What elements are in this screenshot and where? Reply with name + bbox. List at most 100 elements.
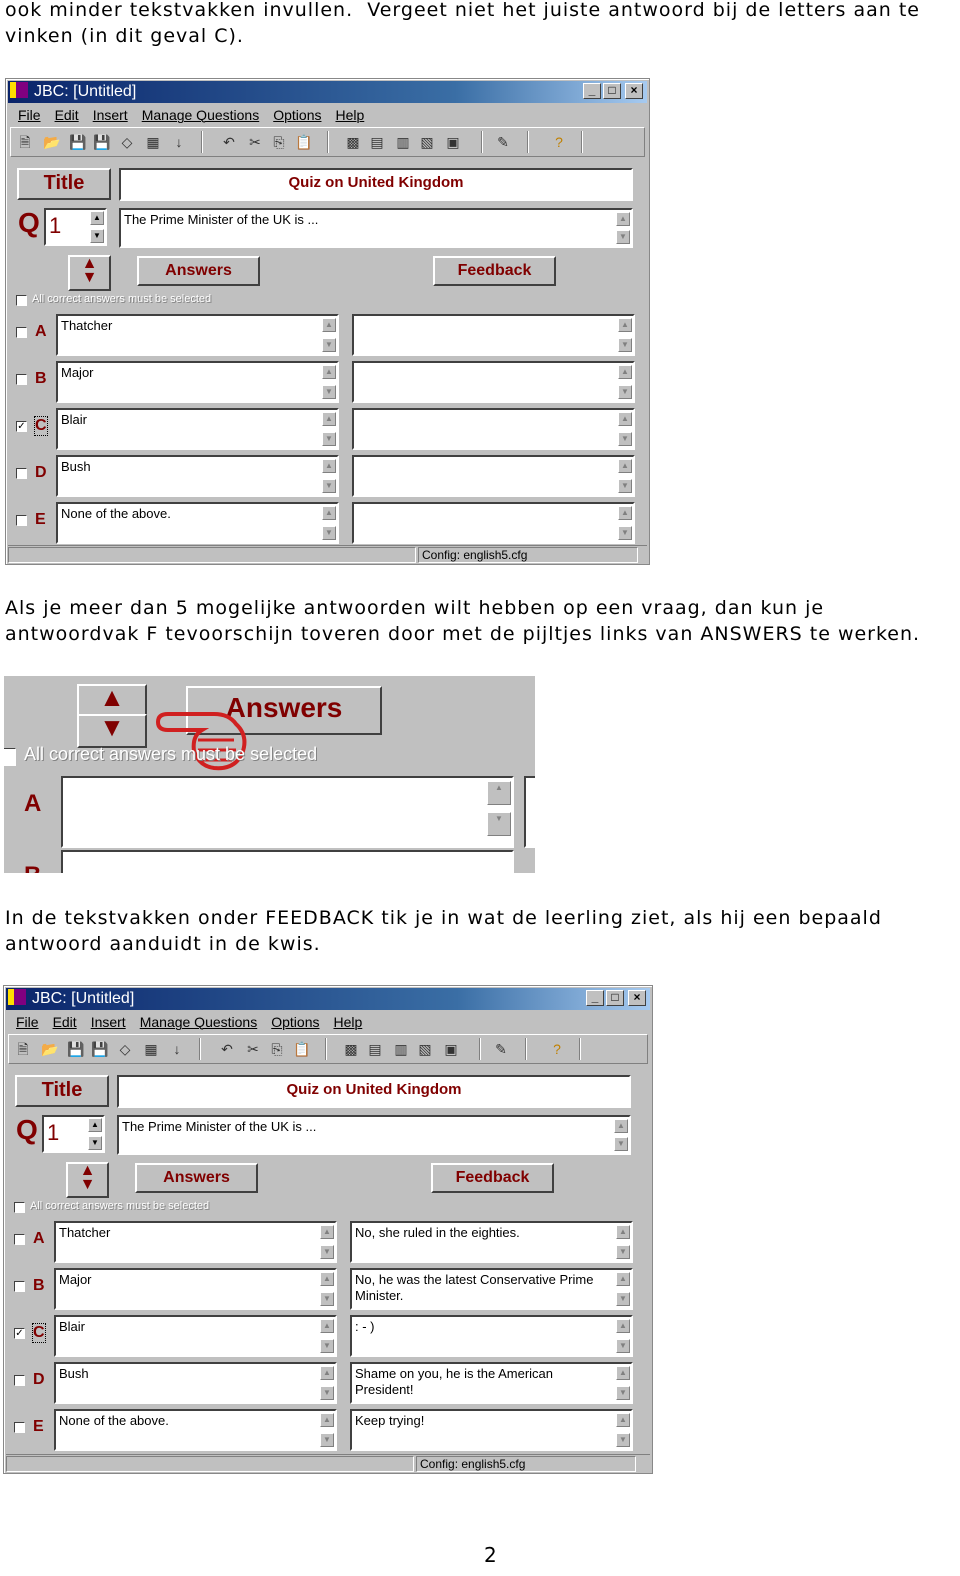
jmix-icon[interactable]: ▤: [369, 134, 385, 150]
scroll-down-button[interactable]: ▼: [614, 1137, 628, 1151]
hotpot-icon[interactable]: ▩: [343, 1041, 359, 1057]
answer-d-correct-checkbox[interactable]: [16, 468, 27, 479]
scroll-up-button[interactable]: ▲: [618, 459, 632, 473]
scroll-down-button[interactable]: ▼: [322, 338, 336, 352]
save-as-icon[interactable]: 💾: [91, 1041, 108, 1057]
menu-options[interactable]: Options: [271, 1014, 319, 1030]
scroll-down-button[interactable]: ▼: [616, 1245, 630, 1259]
jcross-icon[interactable]: ▧: [419, 134, 435, 150]
open-icon[interactable]: 📂: [41, 1041, 58, 1057]
help-icon[interactable]: ?: [551, 134, 567, 150]
hotpot-icon[interactable]: ▩: [345, 134, 361, 150]
scroll-down-button[interactable]: ▼: [616, 1433, 630, 1447]
spinner-up-button[interactable]: ▲: [90, 211, 104, 225]
scroll-up-button[interactable]: ▲: [616, 1319, 630, 1333]
scroll-down-button[interactable]: ▼: [616, 230, 630, 244]
paste-icon[interactable]: 📋: [295, 134, 312, 150]
scroll-down-button[interactable]: ▼: [320, 1339, 334, 1353]
copy-icon[interactable]: ⎘: [271, 134, 287, 150]
feedback-d-field[interactable]: ▲ ▼: [352, 455, 635, 497]
question-field[interactable]: The Prime Minister of the UK is ... ▲ ▼: [117, 1115, 631, 1155]
scroll-down-button[interactable]: ▼: [618, 479, 632, 493]
close-button[interactable]: ×: [628, 990, 646, 1006]
answer-d-correct-checkbox[interactable]: [14, 1375, 25, 1386]
scroll-up-button[interactable]: ▲: [618, 365, 632, 379]
scroll-up-button[interactable]: ▲: [618, 412, 632, 426]
scroll-down-button[interactable]: ▼: [322, 385, 336, 399]
web-icon[interactable]: ▦: [143, 1041, 159, 1057]
answer-e-field[interactable]: None of the above. ▲ ▼: [56, 502, 339, 544]
export-icon[interactable]: ↓: [171, 134, 187, 150]
add-answer-arrows-button[interactable]: ▲ ▼: [68, 255, 111, 291]
title-button[interactable]: Title: [17, 168, 111, 200]
scroll-up-button[interactable]: ▲: [320, 1413, 334, 1427]
answer-c-field[interactable]: Blair ▲ ▼: [56, 408, 339, 450]
question-field[interactable]: The Prime Minister of the UK is ... ▲ ▼: [119, 208, 633, 248]
spinner-down-button[interactable]: ▼: [88, 1136, 102, 1150]
jmix-icon[interactable]: ▤: [367, 1041, 383, 1057]
new-icon[interactable]: 🗎: [17, 134, 33, 150]
scroll-up-button[interactable]: ▲: [616, 1225, 630, 1239]
eraser-icon[interactable]: ◇: [119, 134, 135, 150]
scroll-up-button[interactable]: ▲: [322, 318, 336, 332]
feedback-button[interactable]: Feedback: [433, 256, 556, 286]
scroll-down-button[interactable]: ▼: [616, 1339, 630, 1353]
scroll-up-button[interactable]: ▲: [322, 365, 336, 379]
scroll-up-button[interactable]: ▲: [320, 1319, 334, 1333]
cut-icon[interactable]: ✂: [247, 134, 263, 150]
feedback-a-field[interactable]: No, she ruled in the eighties. ▲ ▼: [350, 1221, 633, 1263]
all-correct-checkbox[interactable]: [16, 295, 27, 306]
answer-d-field[interactable]: Bush ▲ ▼: [54, 1362, 337, 1404]
paste-icon[interactable]: 📋: [293, 1041, 310, 1057]
feedback-c-field[interactable]: ▲ ▼: [352, 408, 635, 450]
quiz-title-field[interactable]: Quiz on United Kingdom: [117, 1075, 631, 1108]
menu-insert[interactable]: Insert: [93, 107, 128, 123]
save-as-icon[interactable]: 💾: [93, 134, 110, 150]
menu-manage-questions[interactable]: Manage Questions: [140, 1014, 258, 1030]
answer-e-correct-checkbox[interactable]: [16, 515, 27, 526]
answers-button[interactable]: Answers: [137, 256, 260, 286]
answer-e-field[interactable]: None of the above. ▲ ▼: [54, 1409, 337, 1451]
scroll-up-button[interactable]: ▲: [618, 506, 632, 520]
jcross-icon[interactable]: ▧: [417, 1041, 433, 1057]
menu-file[interactable]: File: [16, 1014, 39, 1030]
scroll-up-button[interactable]: ▲: [616, 1272, 630, 1286]
answer-b-field[interactable]: Major ▲ ▼: [54, 1268, 337, 1310]
question-number-spinner[interactable]: 1 ▲ ▼: [44, 208, 107, 246]
scroll-up-button[interactable]: ▲: [320, 1366, 334, 1380]
feedback-a-field[interactable]: [524, 776, 535, 848]
add-answer-down-button[interactable]: ▼: [77, 714, 147, 748]
menu-manage-questions[interactable]: Manage Questions: [142, 107, 260, 123]
scroll-down-button[interactable]: ▼: [616, 1386, 630, 1400]
answer-e-correct-checkbox[interactable]: [14, 1422, 25, 1433]
scroll-up-button[interactable]: ▲: [322, 412, 336, 426]
save-icon[interactable]: 💾: [69, 134, 86, 150]
answer-a-field[interactable]: Thatcher ▲ ▼: [56, 314, 339, 356]
scroll-up-button[interactable]: ▲: [322, 506, 336, 520]
feedback-e-field[interactable]: Keep trying! ▲ ▼: [350, 1409, 633, 1451]
answer-d-field[interactable]: Bush ▲ ▼: [56, 455, 339, 497]
scroll-up-button[interactable]: ▲: [322, 459, 336, 473]
jquiz-icon[interactable]: ▥: [393, 1041, 409, 1057]
feedback-a-field[interactable]: ▲ ▼: [352, 314, 635, 356]
scroll-down-button[interactable]: ▼: [322, 479, 336, 493]
scroll-down-button[interactable]: ▼: [618, 385, 632, 399]
save-icon[interactable]: 💾: [67, 1041, 84, 1057]
answer-a-field[interactable]: ▲ ▼: [61, 776, 514, 848]
maximize-button[interactable]: □: [606, 990, 624, 1006]
config-icon[interactable]: ✎: [495, 134, 511, 150]
feedback-c-field[interactable]: : - ) ▲ ▼: [350, 1315, 633, 1357]
scroll-down-button[interactable]: ▼: [618, 526, 632, 540]
answer-c-field[interactable]: Blair ▲ ▼: [54, 1315, 337, 1357]
menu-file[interactable]: File: [18, 107, 41, 123]
scroll-down-button[interactable]: ▼: [322, 526, 336, 540]
answer-a-field[interactable]: Thatcher ▲ ▼: [54, 1221, 337, 1263]
scroll-down-button[interactable]: ▼: [320, 1292, 334, 1306]
all-correct-checkbox[interactable]: [14, 1202, 25, 1213]
feedback-b-field[interactable]: No, he was the latest Conservative Prime…: [350, 1268, 633, 1310]
menu-insert[interactable]: Insert: [91, 1014, 126, 1030]
scroll-up-button[interactable]: ▲: [320, 1225, 334, 1239]
config-icon[interactable]: ✎: [493, 1041, 509, 1057]
scroll-up-button[interactable]: ▲: [487, 781, 511, 805]
scroll-up-button[interactable]: ▲: [616, 1413, 630, 1427]
